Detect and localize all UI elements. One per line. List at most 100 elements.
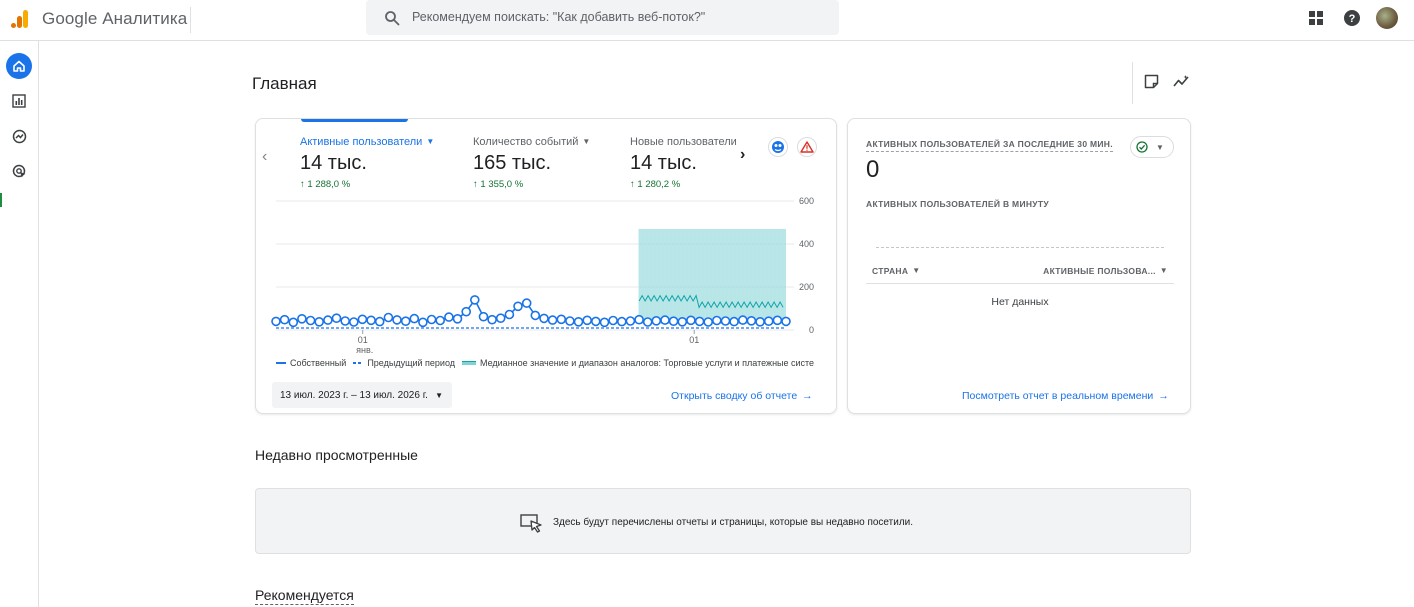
- realtime-table-header: СТРАНА ▼ АКТИВНЫЕ ПОЛЬЗОВА... ▼: [866, 264, 1174, 284]
- data-point: [556, 314, 567, 325]
- data-point: [616, 316, 627, 327]
- search-input[interactable]: Рекомендуем поискать: "Как добавить веб-…: [412, 10, 705, 24]
- data-point: [357, 314, 368, 325]
- data-point: [288, 317, 299, 328]
- data-point: [487, 314, 497, 325]
- chart: 600400200001янв.01: [271, 196, 814, 353]
- legend-item-previous[interactable]: Предыдущий период: [353, 358, 455, 368]
- nav-advertising-button[interactable]: [6, 158, 32, 184]
- legend-swatch: [353, 362, 364, 364]
- caret-down-icon: ▼: [435, 391, 443, 400]
- apps-grid-icon[interactable]: [1308, 10, 1324, 26]
- anomaly-insight-button[interactable]: [768, 137, 788, 157]
- metric-tab-event-count[interactable]: Количество событий ▼ 165 тыс. ↑ 1 355,0 %: [473, 136, 590, 190]
- nav-explore-button[interactable]: [6, 123, 32, 149]
- data-point: [331, 313, 342, 323]
- check-circle-icon: [1136, 141, 1148, 153]
- recent-empty-text: Здесь будут перечислены отчеты и страниц…: [553, 517, 914, 528]
- data-point: [478, 311, 489, 322]
- data-point: [781, 316, 791, 327]
- nav-reports-button[interactable]: [6, 88, 32, 114]
- data-point: [340, 316, 350, 326]
- legend-item-peers[interactable]: Медианное значение и диапазон аналогов: …: [462, 358, 814, 368]
- metric-label: Количество событий: [473, 136, 579, 148]
- home-icon: [13, 60, 25, 72]
- column-label: АКТИВНЫЕ ПОЛЬЗОВА...: [1043, 266, 1156, 276]
- explore-icon: [12, 129, 26, 143]
- open-report-link[interactable]: Открыть сводку об отчете →: [671, 390, 813, 402]
- column-country[interactable]: СТРАНА ▼: [872, 266, 920, 276]
- x-tick-label: 01: [358, 335, 368, 345]
- arrow-right-icon: →: [1158, 390, 1169, 402]
- column-label: СТРАНА: [872, 266, 909, 276]
- y-tick-label: 400: [799, 239, 814, 249]
- notes-icon[interactable]: [1144, 74, 1159, 89]
- data-point: [625, 316, 636, 326]
- data-point: [582, 315, 593, 326]
- data-point: [565, 316, 575, 326]
- date-range-selector[interactable]: 13 июл. 2023 г. – 13 июл. 2026 г. ▼: [272, 382, 452, 408]
- no-data-label: Нет данных: [991, 296, 1049, 308]
- search-icon: [385, 11, 400, 26]
- overview-card: ‹ Активные пользователи ▼ 14 тыс. ↑ 1 288…: [255, 118, 837, 414]
- header-divider: [1132, 62, 1133, 104]
- bar-chart-icon: [12, 94, 26, 108]
- data-point: [323, 315, 333, 325]
- data-warning-button[interactable]: [797, 137, 817, 157]
- per-minute-label: АКТИВНЫХ ПОЛЬЗОВАТЕЛЕЙ В МИНУТУ: [866, 199, 1049, 209]
- caret-down-icon: ▼: [912, 266, 921, 275]
- data-point: [720, 316, 731, 326]
- data-point: [660, 315, 670, 325]
- data-point: [314, 317, 325, 327]
- left-nav: [0, 41, 39, 607]
- data-point: [634, 314, 644, 325]
- data-point: [573, 317, 584, 327]
- legend-label: Предыдущий период: [367, 358, 455, 368]
- nav-accent-marker: [0, 193, 2, 207]
- app-name[interactable]: Google Аналитика: [42, 9, 187, 29]
- cursor-click-icon: [520, 514, 542, 533]
- metric-tab-new-users[interactable]: Новые пользователи 14 тыс. ↑ 1 280,2 %: [630, 136, 737, 190]
- metric-tab-active-users[interactable]: Активные пользователи ▼ 14 тыс. ↑ 1 288,0…: [300, 136, 434, 190]
- caret-down-icon: ▼: [582, 137, 591, 146]
- data-point: [772, 315, 783, 326]
- arrow-up-icon: ↑: [630, 179, 635, 190]
- data-point: [530, 310, 541, 321]
- recommended-section-title[interactable]: Рекомендуется: [255, 587, 354, 605]
- legend-item-own[interactable]: Собственный: [276, 358, 346, 368]
- y-tick-label: 200: [799, 282, 814, 292]
- svg-text:?: ?: [1349, 13, 1356, 25]
- data-point: [504, 309, 515, 320]
- help-icon[interactable]: ?: [1343, 9, 1361, 27]
- analytics-logo-icon[interactable]: [10, 9, 30, 29]
- data-point: [547, 315, 558, 325]
- user-avatar[interactable]: [1376, 7, 1398, 29]
- realtime-value: 0: [866, 156, 880, 183]
- data-point: [513, 301, 523, 312]
- data-point: [271, 316, 281, 327]
- data-point: [435, 315, 445, 326]
- date-range-label: 13 июл. 2023 г. – 13 июл. 2026 г.: [280, 390, 428, 401]
- legend-swatch: [276, 362, 286, 364]
- y-tick-label: 600: [799, 196, 814, 206]
- y-tick-label: 0: [809, 325, 814, 335]
- realtime-report-link[interactable]: Посмотреть отчет в реальном времени →: [962, 390, 1169, 402]
- search-bar[interactable]: Рекомендуем поискать: "Как добавить веб-…: [366, 0, 839, 35]
- open-report-label: Открыть сводку об отчете: [671, 390, 798, 402]
- arrow-up-icon: ↑: [473, 179, 478, 190]
- data-point: [521, 298, 532, 308]
- metric-value: 14 тыс.: [300, 152, 367, 174]
- insights-icon[interactable]: [1173, 74, 1190, 89]
- peer-range-band: [639, 228, 786, 324]
- data-point: [366, 315, 376, 326]
- data-point: [374, 316, 385, 327]
- legend-label: Собственный: [290, 358, 347, 368]
- chevron-right-icon[interactable]: ›: [740, 146, 745, 164]
- realtime-status-dropdown[interactable]: ▼: [1130, 136, 1174, 158]
- column-active-users[interactable]: АКТИВНЫЕ ПОЛЬЗОВА... ▼: [1043, 266, 1168, 276]
- nav-home-button[interactable]: [6, 53, 32, 79]
- data-point: [305, 315, 316, 326]
- chevron-left-icon[interactable]: ‹: [262, 148, 267, 166]
- realtime-title[interactable]: АКТИВНЫХ ПОЛЬЗОВАТЕЛЕЙ ЗА ПОСЛЕДНИЕ 30 М…: [866, 139, 1113, 152]
- metric-delta: 1 355,0 %: [480, 179, 524, 190]
